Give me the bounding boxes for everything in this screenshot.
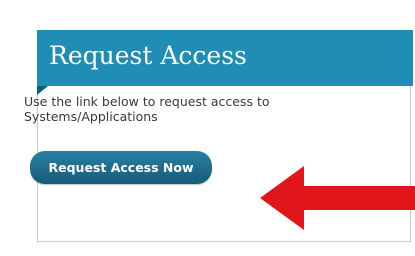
- red-arrow-left-icon: [260, 166, 415, 230]
- panel-description: Use the link below to request access to …: [24, 94, 270, 124]
- panel-title: Request Access: [49, 41, 247, 70]
- request-access-now-button[interactable]: Request Access Now: [30, 151, 212, 184]
- panel-header: Request Access: [37, 30, 413, 86]
